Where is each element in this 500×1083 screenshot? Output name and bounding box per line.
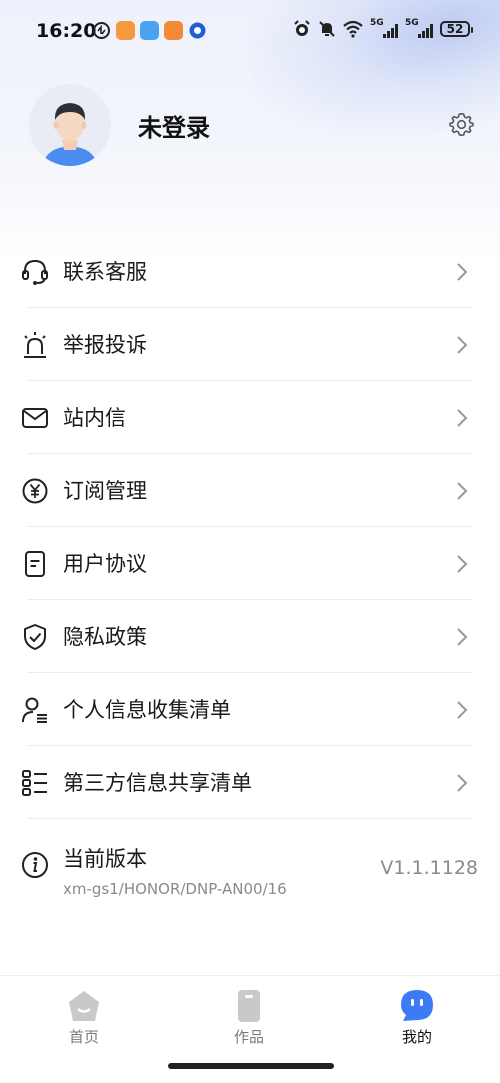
chevron-right-icon bbox=[457, 555, 468, 573]
status-bar: 16:20 5G 5G 52 bbox=[0, 0, 500, 64]
menu-item-label: 第三方信息共享清单 bbox=[63, 771, 252, 795]
settings-button[interactable] bbox=[448, 111, 475, 138]
weather-notification-icon bbox=[140, 21, 159, 40]
cell-signal-icon: 5G bbox=[370, 18, 398, 38]
gear-icon bbox=[449, 113, 474, 136]
menu-item-customer-service[interactable]: 联系客服 bbox=[0, 235, 500, 308]
chevron-right-icon bbox=[457, 628, 468, 646]
cell-signal-icon: 5G bbox=[405, 18, 433, 38]
network-type-label: 5G bbox=[405, 18, 419, 28]
menu-item-label: 订阅管理 bbox=[63, 479, 147, 503]
shield-check-icon bbox=[24, 624, 46, 650]
menu-item-user-agreement[interactable]: 用户协议 bbox=[0, 527, 500, 600]
chevron-right-icon bbox=[457, 701, 468, 719]
menu-item-subscriptions[interactable]: 订阅管理 bbox=[0, 454, 500, 527]
tab-profile[interactable]: 我的 bbox=[357, 976, 477, 1056]
battery-indicator: 52 bbox=[440, 21, 473, 37]
alarm-icon bbox=[294, 20, 310, 36]
alarm-light-icon bbox=[24, 332, 46, 358]
menu-item-third-party-sharing-list[interactable]: 第三方信息共享清单 bbox=[0, 746, 500, 819]
menu-item-label: 用户协议 bbox=[63, 552, 147, 576]
menu-item-label: 站内信 bbox=[63, 406, 126, 430]
avatar[interactable] bbox=[29, 84, 111, 166]
tab-works[interactable]: 作品 bbox=[189, 976, 309, 1056]
data-saver-icon bbox=[93, 22, 110, 39]
version-label: 当前版本 bbox=[63, 847, 147, 871]
username-label[interactable]: 未登录 bbox=[138, 108, 210, 143]
info-icon bbox=[22, 852, 48, 878]
home-icon bbox=[69, 991, 99, 1021]
tab-label: 首页 bbox=[68, 1028, 99, 1046]
browser-notification-icon bbox=[189, 22, 206, 39]
status-right-icons: 5G 5G 52 bbox=[293, 18, 473, 38]
tab-label: 作品 bbox=[233, 1028, 264, 1046]
menu-item-version[interactable]: 当前版本 xm-gs1/HONOR/DNP-AN00/16 V1.1.1128 bbox=[0, 819, 500, 919]
tab-label: 我的 bbox=[401, 1028, 432, 1046]
home-indicator[interactable] bbox=[168, 1063, 334, 1069]
chevron-right-icon bbox=[457, 263, 468, 281]
chevron-right-icon bbox=[457, 409, 468, 427]
menu-list: 联系客服 举报投诉 站内信 订阅管理 用户协议 隐私政策 个人信息收集清单 第三… bbox=[0, 235, 500, 919]
profile-chat-icon bbox=[401, 990, 433, 1021]
menu-item-label: 隐私政策 bbox=[63, 625, 147, 649]
network-type-label: 5G bbox=[370, 18, 384, 28]
wifi-icon bbox=[343, 20, 363, 38]
app-notification-icon bbox=[164, 21, 183, 40]
menu-item-messages[interactable]: 站内信 bbox=[0, 381, 500, 454]
chevron-right-icon bbox=[457, 774, 468, 792]
notification-icons bbox=[92, 21, 207, 40]
yen-circle-icon bbox=[22, 478, 48, 504]
menu-item-label: 联系客服 bbox=[63, 260, 147, 284]
chevron-right-icon bbox=[457, 482, 468, 500]
works-icon bbox=[238, 990, 260, 1022]
menu-item-label: 举报投诉 bbox=[63, 333, 147, 357]
default-avatar-icon bbox=[29, 84, 111, 166]
menu-item-report[interactable]: 举报投诉 bbox=[0, 308, 500, 381]
list-icon bbox=[22, 770, 47, 796]
chevron-right-icon bbox=[457, 336, 468, 354]
menu-item-label: 个人信息收集清单 bbox=[63, 698, 231, 722]
app-notification-icon bbox=[116, 21, 135, 40]
menu-item-personal-info-list[interactable]: 个人信息收集清单 bbox=[0, 673, 500, 746]
status-time: 16:20 bbox=[36, 20, 97, 42]
version-detail: xm-gs1/HONOR/DNP-AN00/16 bbox=[63, 880, 287, 898]
user-list-icon bbox=[22, 697, 47, 723]
document-icon bbox=[25, 551, 45, 577]
tab-home[interactable]: 首页 bbox=[24, 976, 144, 1056]
headset-icon bbox=[22, 259, 48, 285]
mail-icon bbox=[22, 408, 48, 428]
menu-item-privacy-policy[interactable]: 隐私政策 bbox=[0, 600, 500, 673]
mute-icon bbox=[319, 21, 335, 37]
version-value: V1.1.1128 bbox=[380, 857, 478, 879]
